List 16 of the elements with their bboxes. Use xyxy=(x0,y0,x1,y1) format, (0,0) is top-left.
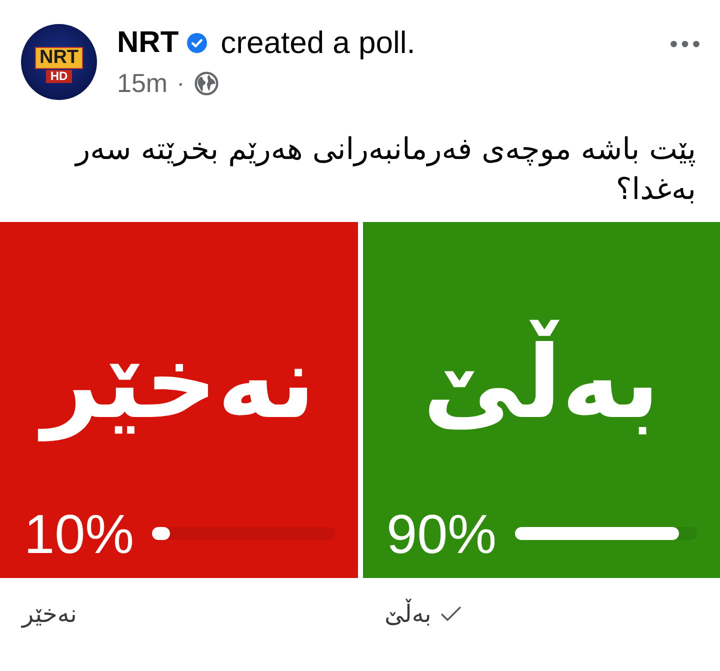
avatar-logo[interactable]: NRT HD xyxy=(21,24,97,100)
logo-badge: HD xyxy=(46,70,72,83)
vote-percentage: 10% xyxy=(24,504,134,564)
vote-percentage: 90% xyxy=(386,504,497,564)
post-action-text: created a poll. xyxy=(220,25,416,61)
globe-icon[interactable] xyxy=(194,71,219,96)
option-label[interactable]: نەخێر xyxy=(22,600,77,628)
separator-dot: · xyxy=(176,70,185,98)
logo-text: NRT xyxy=(35,47,83,69)
more-icon xyxy=(670,40,700,48)
author-name[interactable]: NRT xyxy=(117,26,179,60)
option-label[interactable]: بەڵێ xyxy=(384,600,432,628)
option-title: بەڵێ xyxy=(406,308,676,458)
post-time[interactable]: 15m xyxy=(117,68,168,99)
poll-question: پێت باشە موچەی فەرمانبەرانی هەرێم بخرێتە سەر بەغدا؟ xyxy=(73,131,696,209)
option-title: نەخێر xyxy=(26,308,332,458)
